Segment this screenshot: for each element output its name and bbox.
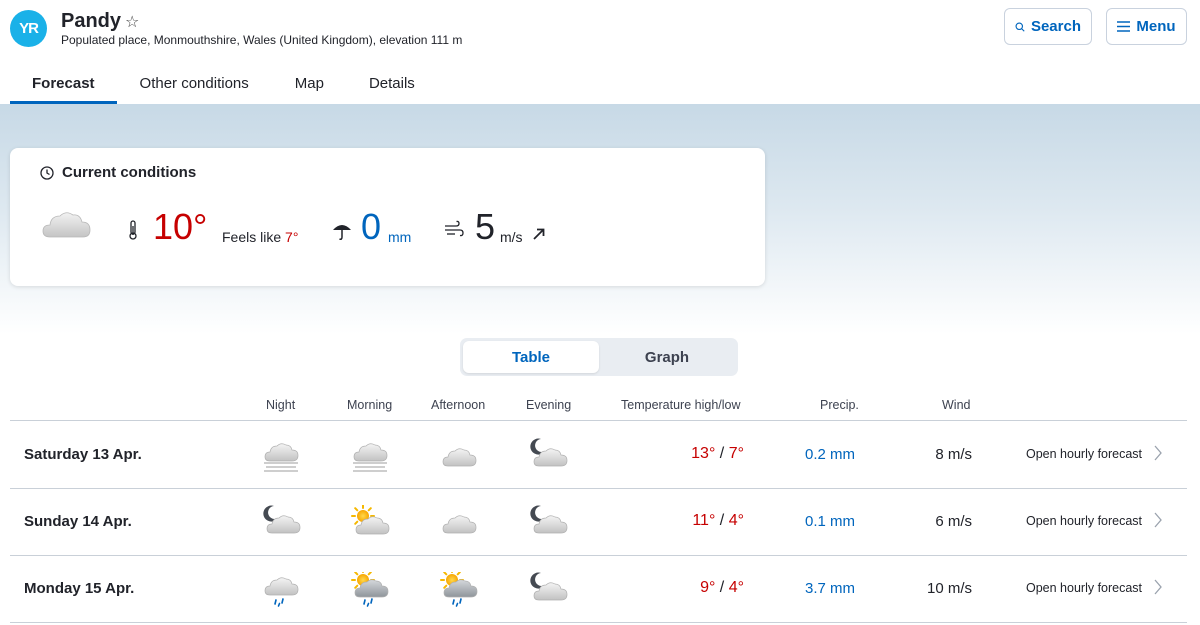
row-day: Sunday 14 Apr. xyxy=(24,513,132,530)
wind-direction-arrow-icon xyxy=(533,228,545,240)
wind-icon xyxy=(445,220,464,237)
row-wind: 10 m/s xyxy=(926,580,972,597)
feels-like-value: 7° xyxy=(285,229,299,245)
thermometer-icon xyxy=(129,220,137,240)
column-evening: Evening xyxy=(526,398,572,412)
search-label: Search xyxy=(1030,18,1081,35)
row-wind: 6 m/s xyxy=(935,513,972,530)
row-day: Saturday 13 Apr. xyxy=(24,446,142,463)
temperature-high: 9° xyxy=(700,579,716,596)
current-wind-speed: 5 xyxy=(475,206,496,247)
current-wind-unit: m/s xyxy=(500,229,523,245)
fog-icon xyxy=(261,438,301,472)
partly-cloudy-night-icon xyxy=(528,505,568,539)
hamburger-icon xyxy=(1117,21,1131,32)
column-precipitation: Precip. xyxy=(820,398,859,412)
menu-label: Menu xyxy=(1136,18,1176,35)
temperature-low: 7° xyxy=(728,445,744,462)
yr-logo[interactable]: YR xyxy=(10,10,47,47)
open-hourly-forecast-link[interactable]: Open hourly forecast xyxy=(1026,447,1142,461)
temperature-separator: / xyxy=(715,512,729,529)
column-temperature: Temperature high/low xyxy=(621,398,741,412)
chevron-right-icon[interactable] xyxy=(1153,511,1163,529)
chevron-right-icon[interactable] xyxy=(1153,578,1163,596)
row-precipitation: 3.7 mm xyxy=(805,580,856,597)
open-hourly-forecast-link[interactable]: Open hourly forecast xyxy=(1026,581,1142,595)
tab-map[interactable]: Map xyxy=(272,62,347,104)
partly-cloudy-day-icon xyxy=(350,504,390,539)
temperature-low: 4° xyxy=(728,579,744,596)
forecast-table-header: Night Morning Afternoon Evening Temperat… xyxy=(10,396,1187,421)
temperature-low: 4° xyxy=(728,512,744,529)
temperature-separator: / xyxy=(715,445,729,462)
cloud-icon xyxy=(42,212,91,238)
current-conditions-card: Current conditions 10° Feels like 7° 0 m… xyxy=(10,148,765,286)
temperature-separator: / xyxy=(715,579,729,596)
column-wind: Wind xyxy=(942,398,971,412)
search-button[interactable]: Search xyxy=(1004,8,1092,45)
forecast-row[interactable]: Sunday 14 Apr. 11° / 4° 0.1 mm 6 m/s Ope… xyxy=(10,489,1187,556)
place-name: Pandy xyxy=(61,10,122,32)
temperature-high-low: 11° / 4° xyxy=(692,512,744,530)
temperature-high: 13° xyxy=(691,445,716,462)
main-tabs: Forecast Other conditions Map Details xyxy=(10,62,437,104)
current-temperature: 10° xyxy=(153,206,208,247)
tab-forecast[interactable]: Forecast xyxy=(10,62,117,104)
place-description: Populated place, Monmouthshire, Wales (U… xyxy=(61,33,463,47)
current-conditions-heading: Current conditions xyxy=(40,164,196,181)
star-icon[interactable]: ☆ xyxy=(125,12,139,32)
rain-showers-sun-icon xyxy=(350,568,390,607)
partly-cloudy-night-icon xyxy=(528,572,568,606)
menu-button[interactable]: Menu xyxy=(1106,8,1187,45)
clock-icon xyxy=(40,165,54,180)
table-view-button[interactable]: Table xyxy=(463,341,599,373)
cloud-icon xyxy=(439,438,479,472)
tab-details[interactable]: Details xyxy=(347,62,437,104)
graph-view-button[interactable]: Graph xyxy=(599,341,735,373)
column-morning: Morning xyxy=(347,398,393,412)
tab-other-conditions[interactable]: Other conditions xyxy=(117,62,272,104)
umbrella-icon xyxy=(333,225,351,240)
current-conditions-title: Current conditions xyxy=(62,164,197,181)
feels-like-label: Feels like xyxy=(222,229,282,245)
fog-icon xyxy=(350,438,390,472)
current-precipitation: 0 xyxy=(361,206,382,247)
row-day: Monday 15 Apr. xyxy=(24,580,135,597)
light-rain-icon xyxy=(261,572,301,607)
temperature-high-low: 9° / 4° xyxy=(700,579,744,597)
search-icon xyxy=(1015,22,1025,32)
cloud-icon xyxy=(439,505,479,539)
current-precipitation-unit: mm xyxy=(388,229,412,245)
open-hourly-forecast-link[interactable]: Open hourly forecast xyxy=(1026,514,1142,528)
temperature-high-low: 13° / 7° xyxy=(691,445,744,463)
chevron-right-icon[interactable] xyxy=(1153,444,1163,462)
row-precipitation: 0.1 mm xyxy=(805,513,856,530)
rain-showers-sun-icon xyxy=(439,568,479,607)
partly-cloudy-night-icon xyxy=(528,438,568,472)
forecast-row[interactable]: Monday 15 Apr. 9° / 4° 3.7 mm 10 m/s Ope… xyxy=(10,556,1187,623)
row-precipitation: 0.2 mm xyxy=(805,446,856,463)
feels-like: Feels like 7° xyxy=(222,229,298,245)
row-wind: 8 m/s xyxy=(935,446,972,463)
column-night: Night xyxy=(266,398,296,412)
forecast-row[interactable]: Saturday 13 Apr. 13° / 7° 0.2 mm 8 m/s O… xyxy=(10,422,1187,489)
column-afternoon: Afternoon xyxy=(431,398,486,412)
site-header: YR Pandy ☆ Populated place, Monmouthshir… xyxy=(0,0,1200,104)
view-toggle: Table Graph xyxy=(460,338,738,376)
partly-cloudy-night-icon xyxy=(261,505,301,539)
temperature-high: 11° xyxy=(692,512,716,529)
